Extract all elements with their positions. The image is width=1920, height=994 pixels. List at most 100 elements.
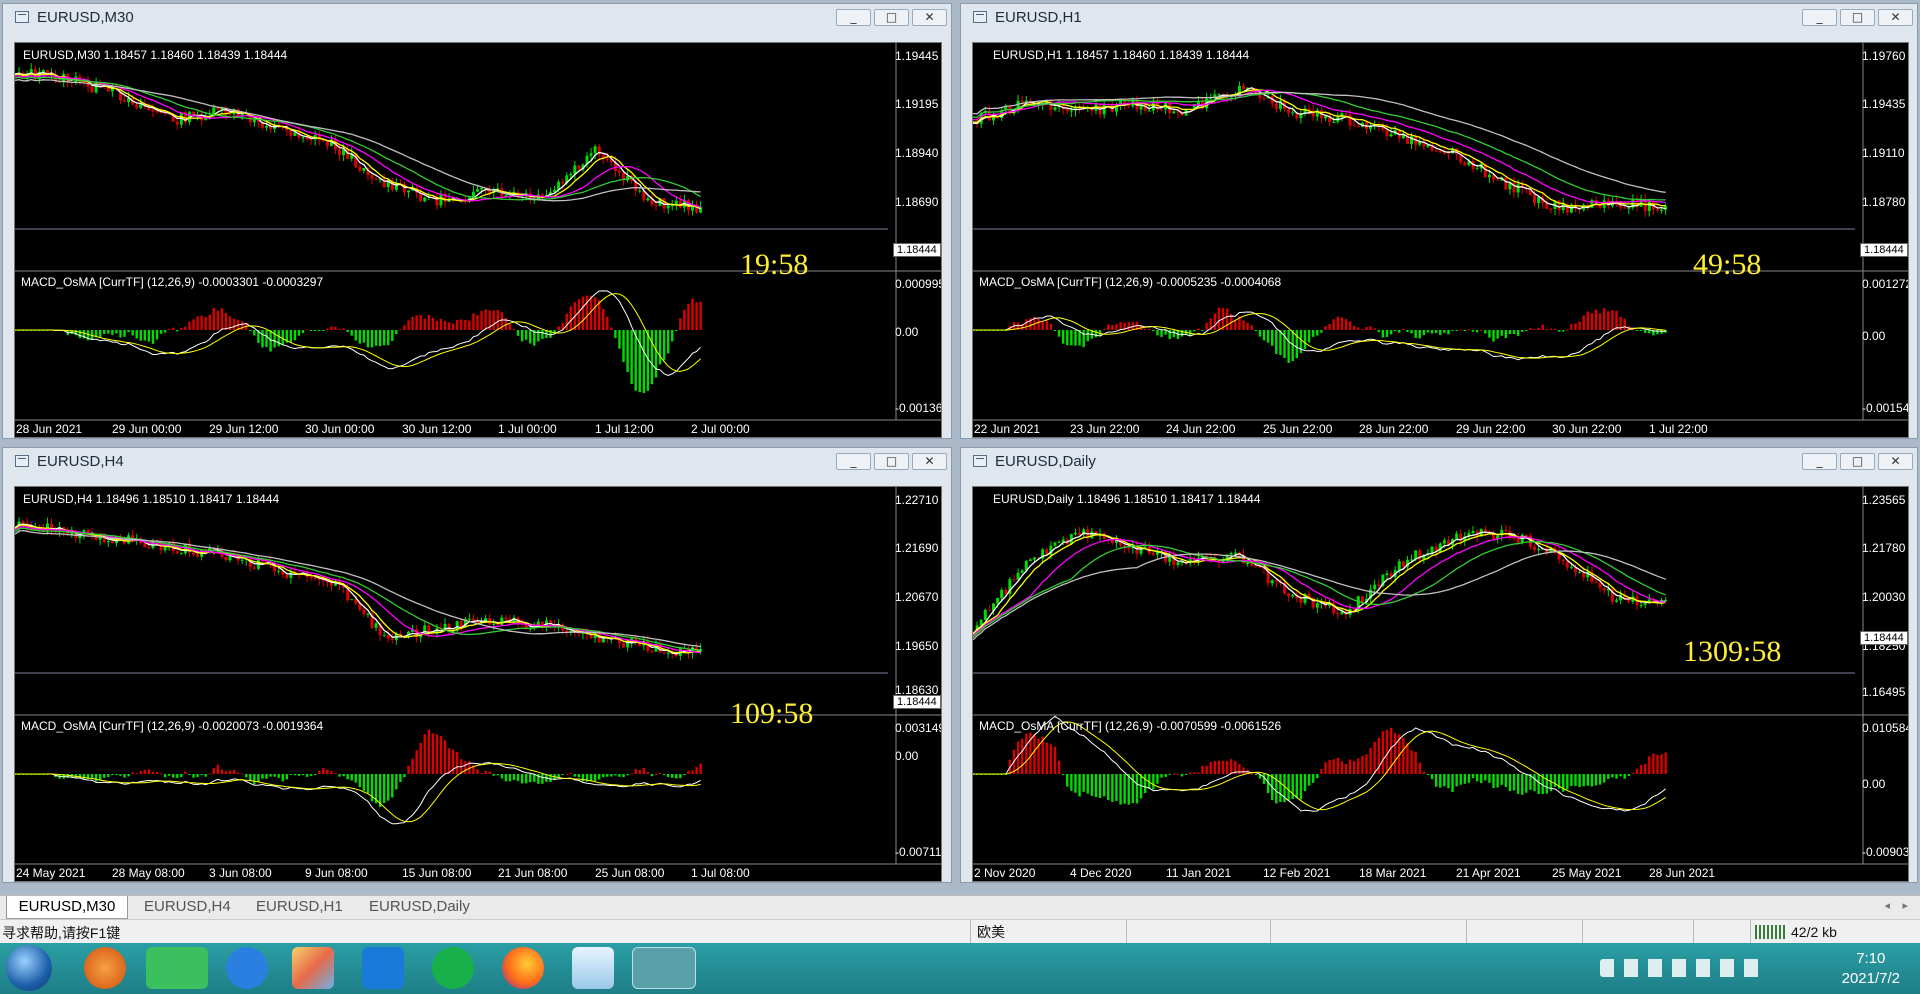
paint-app-icon[interactable] [292, 947, 334, 989]
macd-histogram-bar [654, 773, 658, 775]
macd-histogram-bar [1082, 330, 1085, 348]
candle-body [1504, 177, 1508, 190]
macd-histogram-bar [257, 774, 260, 782]
current-price-label: 1.18444 [893, 695, 941, 709]
macd-histogram-bar [1607, 774, 1610, 779]
price-header: EURUSD,H4 1.18496 1.18510 1.18417 1.1844… [23, 492, 280, 506]
macd-histogram-bar [1463, 330, 1467, 332]
note-app-icon[interactable] [226, 947, 268, 989]
macd-histogram-bar [1639, 765, 1643, 774]
macd-histogram-bar [1664, 752, 1667, 774]
candle-body [1475, 168, 1479, 170]
macd-histogram-bar [1381, 731, 1385, 774]
tab-eurusd-m30[interactable]: EURUSD,M30 [6, 896, 128, 919]
wechat-icon[interactable] [146, 947, 208, 989]
chart-canvas[interactable]: EURUSD,H1 1.18457 1.18460 1.18439 1.1844… [972, 42, 1909, 438]
window-titlebar[interactable]: EURUSD,Daily _ □ ✕ [961, 448, 1917, 474]
macd-histogram-bar [1533, 774, 1536, 792]
chart-canvas[interactable]: EURUSD,Daily 1.18496 1.18510 1.18417 1.1… [972, 486, 1909, 882]
status-traffic: 42/2 kb [1750, 920, 1920, 944]
moving-average-line [15, 74, 701, 208]
green-app-icon[interactable] [432, 947, 474, 989]
macd-histogram-bar [309, 330, 313, 331]
minimize-button[interactable]: _ [1802, 453, 1837, 470]
chart-window-daily[interactable]: EURUSD,Daily _ □ ✕ EURUSD,Daily 1.18496 … [960, 447, 1918, 883]
macd-histogram-bar [460, 319, 463, 330]
chart-window-h1[interactable]: EURUSD,H1 _ □ ✕ EURUSD,H1 1.18457 1.1846… [960, 3, 1918, 439]
close-button[interactable]: ✕ [912, 453, 947, 470]
window-titlebar[interactable]: EURUSD,H1 _ □ ✕ [961, 4, 1917, 30]
macd-histogram-bar [147, 330, 151, 342]
time-tick: 30 Jun 22:00 [1552, 422, 1622, 436]
maximize-button[interactable]: □ [874, 9, 909, 26]
maximize-button[interactable]: □ [874, 453, 909, 470]
macd-histogram-bar [1197, 772, 1200, 774]
macd-histogram-bar [1627, 774, 1630, 777]
close-button[interactable]: ✕ [1878, 453, 1913, 470]
metatrader-app-icon[interactable] [632, 947, 696, 989]
macd-histogram-bar [695, 767, 698, 774]
minimize-button[interactable]: _ [836, 453, 871, 470]
macd-histogram-bar [232, 318, 236, 330]
macd-histogram-bar [1057, 330, 1061, 337]
minimize-button[interactable]: _ [1802, 9, 1837, 26]
candle-body [1090, 531, 1094, 539]
candle-body [1561, 203, 1565, 211]
macd-histogram-bar [1648, 756, 1651, 774]
macd-histogram-bar [1508, 774, 1512, 792]
macd-histogram-bar [516, 774, 520, 782]
macd-histogram-bar [127, 774, 130, 777]
macd-histogram-bar [196, 774, 199, 778]
macd-histogram-bar [597, 774, 601, 780]
macd-histogram-bar [524, 330, 528, 340]
notepad-icon[interactable] [572, 947, 614, 989]
close-button[interactable]: ✕ [912, 9, 947, 26]
macd-histogram-bar [342, 774, 345, 777]
candle-body [309, 139, 313, 141]
macd-histogram-bar [370, 330, 374, 348]
tab-scroll-left-icon[interactable]: ◂ [1884, 899, 1890, 912]
macd-histogram-bar [1275, 330, 1278, 355]
candle-body [1016, 572, 1020, 580]
macd-histogram-bar [208, 314, 211, 330]
close-button[interactable]: ✕ [1878, 9, 1913, 26]
candle-body [589, 153, 593, 156]
tab-eurusd-h4[interactable]: EURUSD,H4 [144, 896, 231, 919]
chart-canvas[interactable]: EURUSD,M30 1.18457 1.18460 1.18439 1.184… [14, 42, 942, 438]
system-clock[interactable]: 7:10 2021/7/2 [1842, 949, 1900, 989]
start-button-icon[interactable] [6, 945, 52, 991]
window-titlebar[interactable]: EURUSD,M30 _ □ ✕ [3, 4, 951, 30]
tab-eurusd-daily[interactable]: EURUSD,Daily [369, 896, 470, 919]
tab-eurusd-h1[interactable]: EURUSD,H1 [256, 896, 343, 919]
macd-histogram-bar [1357, 327, 1360, 330]
cloud-app-icon[interactable] [362, 947, 404, 989]
candle-body [1287, 108, 1291, 114]
time-tick: 25 May 2021 [1552, 866, 1622, 880]
firefox-icon[interactable] [502, 947, 544, 989]
maximize-button[interactable]: □ [1840, 9, 1875, 26]
macd-histogram-bar [1316, 330, 1319, 336]
macd-histogram-bar [395, 330, 398, 335]
minimize-button[interactable]: _ [836, 9, 871, 26]
macd-histogram-bar [1525, 774, 1528, 793]
chart-window-h4[interactable]: EURUSD,H4 _ □ ✕ EURUSD,H4 1.18496 1.1851… [2, 447, 952, 883]
time-tick: 24 May 2021 [16, 866, 86, 880]
chart-window-m30[interactable]: EURUSD,M30 _ □ ✕ EURUSD,M30 1.18457 1.18… [2, 3, 952, 439]
maximize-button[interactable]: □ [1840, 453, 1875, 470]
window-titlebar[interactable]: EURUSD,H4 _ □ ✕ [3, 448, 951, 474]
macd-histogram-bar [167, 328, 171, 330]
candle-body [480, 187, 484, 190]
browser-app-icon[interactable] [84, 947, 126, 989]
tab-scroll-right-icon[interactable]: ▸ [1902, 899, 1908, 912]
macd-histogram-bar [1094, 330, 1098, 338]
macd-histogram-bar [346, 774, 349, 780]
macd-histogram-bar [1074, 774, 1077, 793]
macd-histogram-bar [472, 313, 475, 330]
candle-body [1246, 563, 1250, 565]
chart-canvas[interactable]: EURUSD,H4 1.18496 1.18510 1.18417 1.1844… [14, 486, 942, 882]
macd-histogram-bar [305, 774, 309, 777]
status-cell [1693, 920, 1750, 944]
macd-histogram-bar [1295, 774, 1298, 799]
macd-histogram-bar [606, 316, 609, 330]
candle-body [179, 553, 183, 555]
